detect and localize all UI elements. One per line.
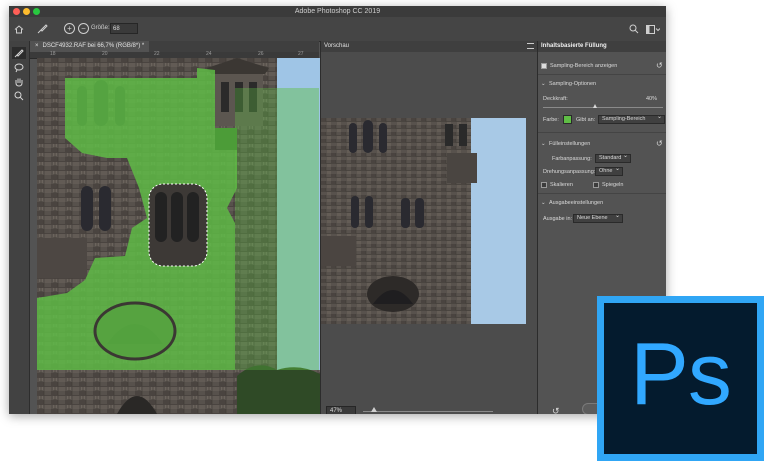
brush-tool-icon[interactable] (12, 47, 26, 59)
indicates-dropdown[interactable]: Sampling-Bereich (598, 114, 665, 124)
toolbox (9, 41, 30, 414)
color-adapt-dropdown[interactable]: Standard (595, 153, 631, 163)
rotation-adapt-label: Drehungsanpassung: (543, 169, 596, 175)
preview-menu-icon[interactable] (527, 43, 534, 49)
ruler-tick: 20 (102, 51, 108, 57)
size-label: Größe: (91, 25, 110, 31)
document-tab[interactable]: × DSCF4932.RAF bei 66,7% (RGB/8*) * (30, 41, 150, 52)
divider (538, 193, 666, 194)
fill-settings-header: Fülleinstellungen (549, 141, 591, 147)
lasso-tool-icon[interactable] (12, 62, 26, 74)
document-canvas[interactable] (37, 58, 320, 414)
photoshop-logo-text: Ps (630, 324, 732, 423)
preview-zoom-slider-knob[interactable] (371, 407, 377, 412)
preview-castle-photo (321, 118, 526, 324)
ruler-tick: 22 (154, 51, 160, 57)
output-settings-header: Ausgabeeinstellungen (549, 200, 604, 206)
reset-icon[interactable]: ↺ (656, 61, 663, 70)
reset-all-icon[interactable]: ↺ (552, 406, 560, 414)
fill-settings-chevron-icon[interactable]: ⌄ (541, 141, 546, 147)
color-adapt-label: Farbanpassung: (552, 156, 592, 162)
hand-tool-icon[interactable] (12, 76, 26, 88)
sampling-options-header: Sampling-Optionen (549, 81, 597, 87)
sampling-options-chevron-icon[interactable]: ⌄ (541, 81, 546, 87)
subtract-from-selection-icon[interactable]: − (78, 23, 89, 34)
preview-zoom-slider[interactable] (363, 411, 493, 412)
preview-image (321, 118, 526, 324)
show-sampling-label: Sampling-Bereich anzeigen (550, 63, 618, 69)
mirror-checkbox[interactable] (593, 182, 599, 188)
document-tab-bar: × DSCF4932.RAF bei 66,7% (RGB/8*) * (30, 41, 319, 52)
preview-zoom-input[interactable]: 47% (326, 406, 356, 414)
divider (538, 132, 666, 133)
output-dropdown[interactable]: Neue Ebene (573, 213, 623, 223)
ruler-tick: 27 (298, 51, 304, 57)
castle-photo (37, 58, 320, 414)
zoom-tool-icon[interactable] (12, 90, 26, 102)
ruler-tick: 18 (50, 51, 56, 57)
indicates-label: Gibt an: (576, 117, 596, 123)
color-label: Farbe: (543, 117, 559, 123)
show-sampling-checkbox[interactable] (541, 63, 547, 69)
mirror-label: Spiegeln (602, 182, 624, 188)
options-bar: + − Größe: 68 (9, 17, 666, 42)
opacity-value[interactable]: 40% (646, 96, 657, 102)
document-tab-label: DSCF4932.RAF bei 66,7% (RGB/8*) * (42, 43, 145, 49)
size-input[interactable]: 68 (110, 23, 138, 34)
search-icon[interactable] (628, 23, 640, 35)
scale-label: Skalieren (550, 182, 573, 188)
tab-close-icon[interactable]: × (35, 43, 39, 49)
output-label: Ausgabe in: (543, 216, 573, 222)
window-title: Adobe Photoshop CC 2019 (294, 8, 381, 15)
add-to-selection-icon[interactable]: + (64, 23, 75, 34)
photoshop-window: Adobe Photoshop CC 2019 + − Größe: 68 × … (9, 6, 666, 414)
panel-title: Inhaltsbasierte Füllung (538, 41, 666, 52)
preview-title: Vorschau (321, 41, 538, 52)
ruler-tick: 24 (206, 51, 212, 57)
photoshop-logo: Ps (597, 296, 764, 461)
opacity-slider-knob[interactable] (593, 104, 597, 108)
preview-panel: Vorschau 47% (320, 41, 538, 414)
divider (538, 74, 666, 75)
opacity-slider[interactable] (543, 107, 663, 108)
title-bar: Adobe Photoshop CC 2019 (9, 6, 666, 17)
output-settings-chevron-icon[interactable]: ⌄ (541, 200, 546, 206)
opacity-label: Deckkraft: (543, 96, 568, 102)
rotation-adapt-dropdown[interactable]: Ohne (595, 166, 623, 176)
content-aware-brush-icon[interactable] (36, 23, 48, 35)
fill-reset-icon[interactable]: ↺ (656, 139, 663, 148)
workspace-switcher-icon[interactable] (645, 23, 661, 35)
home-icon[interactable] (13, 23, 25, 35)
overlay-color-swatch[interactable] (563, 115, 572, 124)
scale-checkbox[interactable] (541, 182, 547, 188)
ruler-tick: 26 (258, 51, 264, 57)
